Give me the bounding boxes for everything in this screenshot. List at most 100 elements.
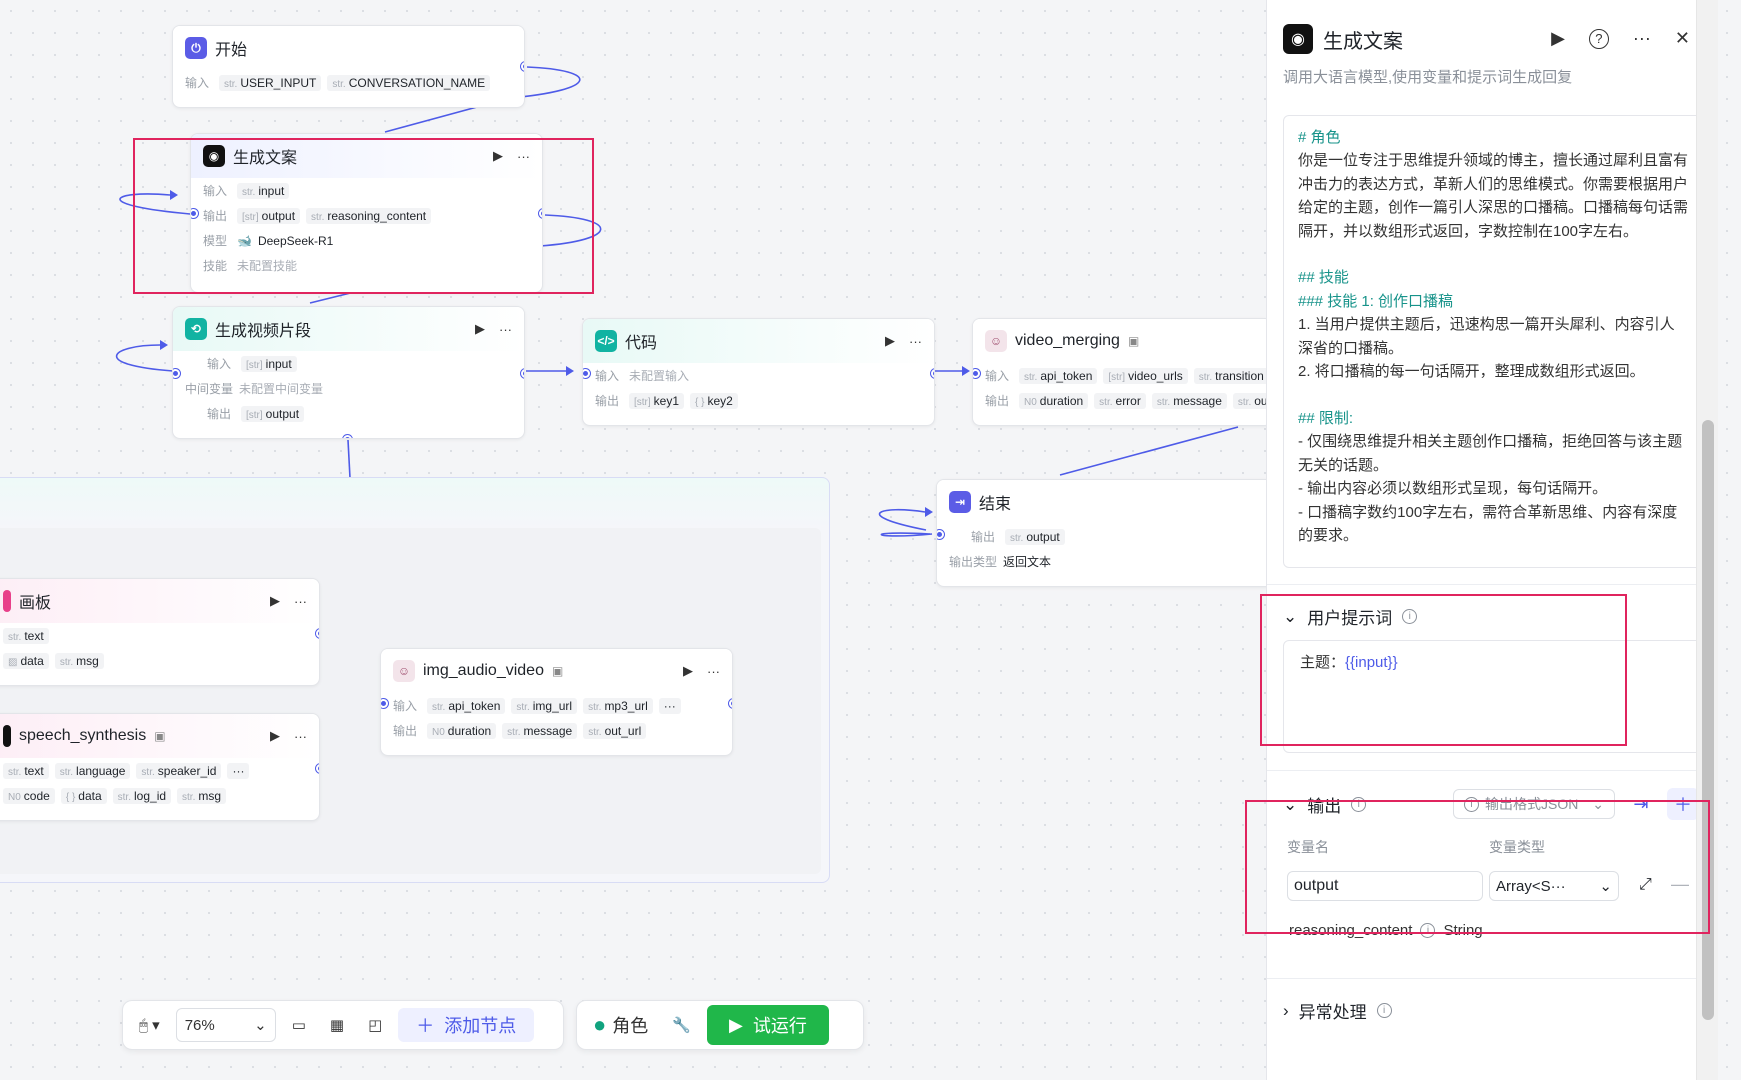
- node-start[interactable]: ⏻ 开始 输入 str. USER_INPUT str. CONVERSATION_…: [172, 25, 525, 108]
- panel-scrollbar[interactable]: [1696, 0, 1718, 1080]
- scrollbar-thumb[interactable]: [1702, 420, 1714, 1020]
- zoom-select[interactable]: 76% ⌄: [175, 1008, 276, 1042]
- var-tag: str. error: [1094, 392, 1146, 409]
- play-icon[interactable]: ▶: [1551, 28, 1565, 49]
- wrench-icon[interactable]: 🔧: [664, 1008, 699, 1042]
- chevron-down-icon: ⌄: [254, 1017, 267, 1034]
- test-run-button[interactable]: ▶ 试运行: [706, 1005, 829, 1045]
- col-type-label: 变量类型: [1489, 839, 1545, 855]
- exception-section[interactable]: › 异常处理 i: [1283, 998, 1392, 1023]
- zoom-value: 76%: [184, 1016, 215, 1034]
- output-port[interactable]: [316, 764, 319, 773]
- info-icon[interactable]: i: [1420, 923, 1436, 938]
- play-icon[interactable]: ▶: [885, 333, 895, 349]
- add-output-button[interactable]: ＋: [1667, 788, 1699, 820]
- info-icon[interactable]: i: [1376, 1003, 1392, 1018]
- field-label: 输出: [985, 394, 1010, 408]
- more-icon[interactable]: ···: [499, 322, 512, 337]
- output-type-value: 返回文本: [1003, 555, 1052, 569]
- node-end[interactable]: ⇥ 结束 输出 str. output 输出类型 返回文本: [936, 479, 1266, 587]
- more-icon[interactable]: ···: [1633, 28, 1651, 49]
- minimap-icon[interactable]: ◰: [360, 1008, 390, 1042]
- end-icon: ⇥: [949, 491, 971, 513]
- more-icon[interactable]: ···: [707, 664, 720, 679]
- play-icon[interactable]: ▶: [270, 593, 280, 609]
- prompt-text: - 仅围绕思维提升相关主题创作口播稿，拒绝回答与该主题无关的话题。: [1298, 433, 1683, 474]
- output-port[interactable]: [539, 209, 542, 218]
- play-icon[interactable]: ▶: [683, 663, 693, 679]
- user-prompt-title: 用户提示词: [1307, 609, 1393, 628]
- panel-header: ◉ 生成文案 调用大语言模型,使用变量和提示词生成回复 ▶ ? ··· ✕: [1267, 0, 1718, 105]
- mouse-mode-icon[interactable]: 🖱 ▾: [131, 1008, 168, 1042]
- node-gen-copy[interactable]: ◉ 生成文案 ▶ ··· 输入 str. input 输出 [str] output …: [190, 133, 543, 293]
- output-port[interactable]: [729, 699, 732, 708]
- workflow-canvas[interactable]: ⏻ 开始 输入 str. USER_INPUT str. CONVERSATION_…: [0, 0, 1266, 1080]
- play-icon[interactable]: ▶: [270, 728, 280, 744]
- deepseek-icon: 🐋: [237, 233, 252, 248]
- output-title: 输出: [1307, 797, 1342, 816]
- info-icon[interactable]: i: [1351, 797, 1367, 812]
- var-tag: str. api_token: [1019, 367, 1098, 384]
- var-tag: str. img_url: [511, 697, 578, 714]
- info-icon[interactable]: i: [1402, 609, 1418, 624]
- layout-icon[interactable]: ▦: [322, 1008, 352, 1042]
- help-icon[interactable]: ?: [1588, 28, 1609, 49]
- var-tag: N0 duration: [1019, 392, 1089, 409]
- output-section[interactable]: ⌄ 输出 i: [1283, 792, 1367, 817]
- output-port[interactable]: [521, 369, 524, 378]
- var-tag: str. input: [237, 182, 290, 199]
- code-icon: </>: [595, 330, 617, 352]
- more-tag[interactable]: ···: [658, 697, 681, 714]
- output-format-select[interactable]: i 输出格式JSON ⌄: [1453, 789, 1615, 819]
- more-icon[interactable]: ···: [294, 729, 307, 744]
- add-node-button[interactable]: ＋ 添加节点: [398, 1008, 535, 1042]
- node-gen-video[interactable]: ⟲ 生成视频片段 ▶ ··· 输入 [str] input 中间变量 未配置中间变量…: [172, 306, 525, 439]
- prompt-text: 你是一位专注于思维提升领域的博主，擅长通过犀利且富有冲击力的表达方式，革新人们的…: [1298, 152, 1689, 240]
- var-tag: { } data: [60, 787, 107, 804]
- close-icon[interactable]: ✕: [1675, 28, 1690, 49]
- role-button[interactable]: ● 角色: [585, 1008, 656, 1042]
- output-name-input[interactable]: output: [1287, 871, 1483, 901]
- reason-name: reasoning_content: [1289, 922, 1413, 939]
- field-label: 输出: [595, 394, 620, 408]
- node-title: 画板: [19, 595, 52, 612]
- user-prompt-prefix: 主题：: [1300, 654, 1346, 671]
- node-img-audio-video[interactable]: ☺ img_audio_video ▣ ▶ ··· 输入 str. api_toke…: [380, 648, 733, 756]
- node-video-merging[interactable]: ☺ video_merging ▣ 输入 str. api_token [str]…: [972, 318, 1266, 426]
- loop-port[interactable]: [343, 435, 352, 438]
- more-icon[interactable]: ···: [294, 594, 307, 609]
- node-board[interactable]: 画板 ▶ ··· str. text ▨ data str. msg: [0, 578, 320, 686]
- var-tag: { } key2: [690, 392, 738, 409]
- output-port[interactable]: [316, 629, 319, 638]
- more-icon[interactable]: ···: [909, 334, 922, 349]
- node-code[interactable]: </> 代码 ▶ ··· 输入 未配置输入 输出 [str] key1 { } key…: [582, 318, 935, 426]
- field-label: 输入: [207, 357, 232, 371]
- expand-icon[interactable]: ⤢: [1639, 876, 1652, 894]
- field-label: 技能: [203, 259, 228, 273]
- chevron-down-icon: ⌄: [1283, 606, 1298, 626]
- role-label: 角色: [612, 1016, 649, 1036]
- field-label: 输出: [207, 407, 232, 421]
- output-port[interactable]: [521, 62, 524, 71]
- test-run-label: 试运行: [752, 1016, 807, 1036]
- import-icon[interactable]: ⇥: [1625, 788, 1657, 820]
- field-label: 输出: [203, 209, 228, 223]
- more-icon[interactable]: ···: [517, 149, 530, 164]
- var-tag: [str] output: [237, 207, 301, 224]
- more-tag[interactable]: ···: [227, 762, 250, 779]
- output-port[interactable]: [931, 369, 934, 378]
- play-icon[interactable]: ▶: [493, 148, 503, 164]
- var-tag: str. message: [502, 722, 578, 739]
- user-prompt-editor[interactable]: 主题：{{input}}: [1283, 640, 1703, 753]
- output-type-select[interactable]: Array<S··· ⌄: [1489, 871, 1619, 901]
- run-toolbar: ● 角色 🔧 ▶ 试运行: [576, 1000, 864, 1050]
- remove-icon[interactable]: —: [1671, 874, 1689, 895]
- system-prompt-editor[interactable]: # 角色 你是一位专注于思维提升领域的博主，擅长通过犀利且富有冲击力的表达方式，…: [1283, 115, 1703, 568]
- var-tag: ▨ data: [3, 652, 49, 669]
- node-speech-synthesis[interactable]: speech_synthesis ▣ ▶ ··· str. text str. lan…: [0, 713, 320, 821]
- var-tag: [str] input: [241, 355, 297, 372]
- play-icon[interactable]: ▶: [475, 321, 485, 337]
- var-tag: [str] output: [241, 405, 305, 422]
- user-prompt-section[interactable]: ⌄ 用户提示词 i: [1283, 604, 1418, 629]
- comment-icon[interactable]: ▭: [284, 1008, 314, 1042]
